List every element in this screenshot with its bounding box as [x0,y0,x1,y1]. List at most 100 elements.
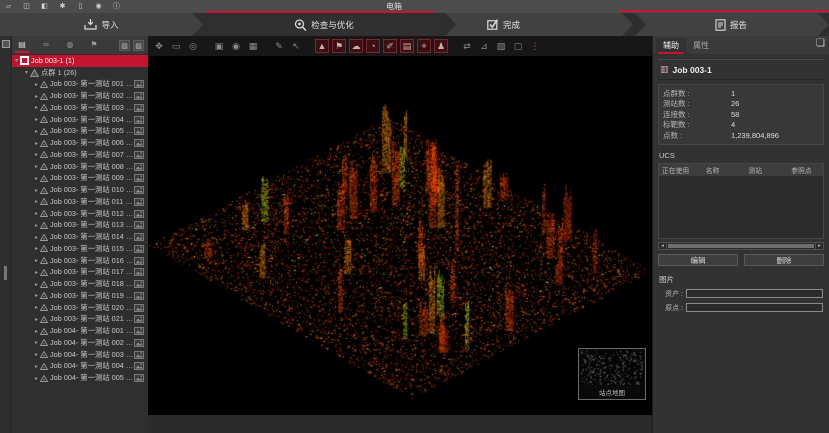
annotation-pen-icon[interactable]: ✐ [383,39,397,53]
tree-station-row[interactable]: ▸ Job 003- 第一测站 010 (3) [12,184,148,196]
expand-arrow-icon[interactable]: ▸ [33,93,40,100]
tree-station-row[interactable]: ▸ Job 003- 第一测站 017 (3) [12,267,148,279]
pan-hand-icon[interactable]: ✥ [152,39,166,53]
sphere-target-icon[interactable]: ◔ [366,39,380,53]
image-marker-icon[interactable]: ▤ [400,39,414,53]
expand-arrow-icon[interactable]: ▸ [33,151,40,158]
info-icon[interactable]: ⓘ [112,2,121,11]
station-image-icon[interactable] [134,280,144,288]
station-image-icon[interactable] [134,139,144,147]
tree-station-row[interactable]: ▸ Job 004- 第一测站 001 (3) [12,325,148,337]
expand-arrow-icon[interactable]: ▸ [33,210,40,217]
save-icon[interactable]: ◫ [22,2,31,11]
help-icon[interactable]: ◉ [94,2,103,11]
station-image-icon[interactable] [134,315,144,323]
station-image-icon[interactable] [134,327,144,335]
asset-input[interactable] [686,289,823,298]
station-image-icon[interactable] [134,151,144,159]
tree-station-row[interactable]: ▸ Job 003- 第一测站 011 (2) [12,196,148,208]
expand-arrow-icon[interactable]: ▸ [33,351,40,358]
workflow-step-inspect-optimize[interactable]: 检查与优化 [205,13,443,36]
tag-icon[interactable]: ⚑ [332,39,346,53]
tree-station-row[interactable]: ▸ Job 003- 第一测站 021 (9) [12,314,148,326]
tree-station-row[interactable]: ▸ Job 003- 第一测站 013 (4) [12,220,148,232]
tree-station-row[interactable]: ▸ Job 003- 第一测站 020 (5) [12,302,148,314]
tree-station-row[interactable]: ▸ Job 003- 第一测站 002 (5) [12,90,148,102]
minimap[interactable]: 站点地图 [578,348,646,400]
workflow-step-import[interactable]: 导入 [0,13,203,36]
tree-station-row[interactable]: ▸ Job 003- 第一测站 016 (4) [12,255,148,267]
station-image-icon[interactable] [134,351,144,359]
panorama-icon[interactable]: ▦ [246,39,260,53]
station-image-icon[interactable] [134,174,144,182]
workflow-step-report[interactable]: 报告 [635,13,829,36]
tree-station-row[interactable]: ▸ Job 003- 第一测站 012 (5) [12,208,148,220]
scrollbar-thumb[interactable] [668,244,814,248]
rail-panel-icon[interactable] [2,40,10,48]
tree-station-row[interactable]: ▸ Job 004- 第一测站 003 (4) [12,349,148,361]
station-image-icon[interactable] [134,104,144,112]
expand-arrow-icon[interactable]: ▸ [33,116,40,123]
thumbnail-toggle-photos[interactable]: ▧ [119,40,130,51]
tree-station-row[interactable]: ▸ Job 004- 第一测站 004 (7) [12,361,148,373]
pick-point-icon[interactable]: ↖ [289,39,303,53]
expand-arrow-icon[interactable]: ▸ [33,257,40,264]
station-image-icon[interactable] [134,186,144,194]
more-icon[interactable]: ⋮ [528,39,542,53]
tree-tab-links[interactable]: ∞ [40,38,52,52]
workflow-step-complete[interactable]: 完成 [445,13,633,36]
station-image-icon[interactable] [134,268,144,276]
expand-arrow-icon[interactable]: ▸ [33,222,40,229]
expand-arrow-icon[interactable]: ▸ [33,175,40,182]
station-image-icon[interactable] [134,257,144,265]
scroll-right-arrow[interactable]: ► [815,243,823,249]
tree-tab-world[interactable]: ◍ [64,38,76,52]
station-image-icon[interactable] [134,116,144,124]
tree-station-row[interactable]: ▸ Job 003- 第一测站 004 (5) [12,114,148,126]
station-image-icon[interactable] [134,92,144,100]
tree-station-row[interactable]: ▸ Job 003- 第一测站 018 (4) [12,278,148,290]
expand-arrow-icon[interactable]: ▸ [33,316,40,323]
expand-arrow-icon[interactable]: ▸ [33,104,40,111]
tree-tab-flags[interactable]: ⚑ [88,38,100,52]
tree-station-row[interactable]: ▸ Job 003- 第一测站 014 (4) [12,231,148,243]
axis-chart-icon[interactable]: ⊿ [477,39,491,53]
expand-arrow-icon[interactable]: ▸ [33,140,40,147]
station-image-icon[interactable] [134,292,144,300]
station-image-icon[interactable] [134,362,144,370]
expand-arrow-icon[interactable]: ▾ [23,69,30,76]
ucs-table-body[interactable] [659,176,823,238]
image-view-icon[interactable]: ▧ [494,39,508,53]
expand-arrow-icon[interactable]: ▸ [33,375,40,382]
location-pin-icon[interactable]: ⌖ [417,39,431,53]
layers-icon[interactable]: ❏ [816,38,825,49]
tree-station-row[interactable]: ▸ Job 003- 第一测站 019 (2) [12,290,148,302]
edit-button[interactable]: 编辑 [658,254,738,266]
expand-arrow-icon[interactable]: ▸ [33,187,40,194]
station-marker-icon[interactable]: ▲ [315,39,329,53]
open-folder-icon[interactable]: ▱ [4,2,13,11]
station-image-icon[interactable] [134,80,144,88]
station-image-icon[interactable] [134,127,144,135]
delete-button[interactable]: 删除 [744,254,824,266]
archive-icon[interactable]: ▯ [76,2,85,11]
station-image-icon[interactable] [134,304,144,312]
tree-station-row[interactable]: ▸ Job 003- 第一测站 001 (6) [12,79,148,91]
expand-arrow-icon[interactable]: ▸ [33,281,40,288]
expand-arrow-icon[interactable]: ▸ [33,328,40,335]
expand-arrow-icon[interactable]: ▸ [33,81,40,88]
tree-station-row[interactable]: ▸ Job 003- 第一测站 008 (2) [12,161,148,173]
expand-arrow-icon[interactable]: ▸ [33,269,40,276]
expand-arrow-icon[interactable]: ▸ [33,198,40,205]
expand-arrow-icon[interactable]: ▾ [13,57,20,64]
station-image-icon[interactable] [134,198,144,206]
camera-icon[interactable]: ▣ [212,39,226,53]
station-image-icon[interactable] [134,163,144,171]
measure-pen-icon[interactable]: ✎ [272,39,286,53]
package-icon[interactable]: ◧ [40,2,49,11]
point-cloud-view[interactable] [148,56,652,415]
station-image-icon[interactable] [134,374,144,382]
thumbnail-toggle-images[interactable]: ▨ [133,40,144,51]
tree-station-row[interactable]: ▸ Job 003- 第一测站 003 (4) [12,102,148,114]
panel-splitter-grip[interactable] [4,266,7,280]
